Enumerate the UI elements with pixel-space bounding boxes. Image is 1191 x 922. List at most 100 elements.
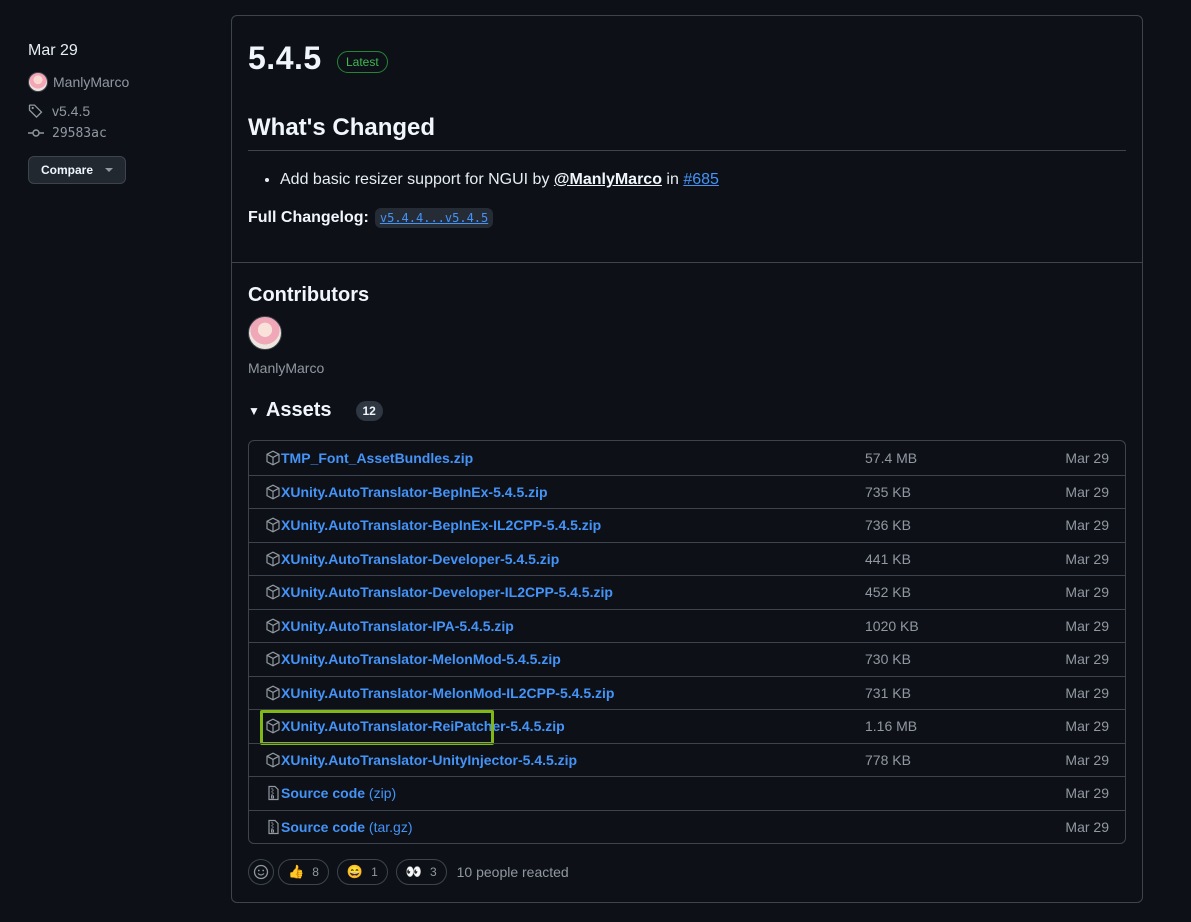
- asset-row: XUnity.AutoTranslator-ReiPatcher-5.4.5.z…: [249, 709, 1125, 745]
- asset-size: 730 KB: [865, 651, 911, 668]
- author-name: ManlyMarco: [53, 74, 130, 90]
- reaction-emoji: 👀: [405, 864, 422, 879]
- asset-row: XUnity.AutoTranslator-BepInEx-IL2CPP-5.4…: [249, 508, 1125, 542]
- asset-row: XUnity.AutoTranslator-BepInEx-5.4.5.zip 7…: [249, 474, 1125, 509]
- pull-request-link[interactable]: #685: [683, 171, 719, 188]
- asset-name: XUnity.AutoTranslator-Developer-5.4.5.zi…: [281, 550, 560, 567]
- asset-name: XUnity.AutoTranslator-Developer-IL2CPP-5…: [281, 584, 613, 601]
- asset-row: TMP_Font_AssetBundles.zip 57.4 MB Mar 29: [249, 441, 1125, 475]
- compare-button[interactable]: Compare: [28, 156, 127, 184]
- asset-date: Mar 29: [1065, 684, 1109, 701]
- tag-label: v5.4.5: [52, 103, 91, 119]
- reaction-summary: 10 people reacted: [456, 864, 569, 880]
- reaction-emoji: 👍: [288, 864, 305, 879]
- release-meta: Mar 29 ManlyMarco v5.4.5 29583ac Compare: [28, 40, 208, 184]
- commit-icon: [28, 125, 44, 141]
- package-icon: [265, 450, 281, 466]
- commit-link[interactable]: 29583ac: [28, 124, 208, 142]
- mention-link[interactable]: @ManlyMarco: [554, 171, 662, 188]
- package-icon: [265, 618, 281, 634]
- asset-name: Source code: [281, 818, 366, 835]
- release-card: 5.4.5 Latest What's Changed Add basic re…: [231, 15, 1143, 903]
- asset-suffix: (zip): [365, 785, 397, 802]
- asset-link[interactable]: XUnity.AutoTranslator-MelonMod-IL2CPP-5.…: [281, 685, 1109, 701]
- whats-changed-heading: What's Changed: [248, 114, 1126, 151]
- reaction-button[interactable]: 👍 8: [278, 859, 329, 885]
- package-icon: [265, 551, 281, 567]
- chevron-down-icon: [105, 168, 114, 172]
- asset-link[interactable]: XUnity.AutoTranslator-Developer-IL2CPP-5…: [281, 584, 1109, 600]
- asset-suffix: (tar.gz): [365, 818, 413, 835]
- file-zip-icon: [265, 819, 281, 835]
- asset-date: Mar 29: [1065, 483, 1109, 500]
- latest-badge: Latest: [337, 51, 388, 73]
- contributor-avatar[interactable]: [248, 316, 282, 350]
- asset-link[interactable]: TMP_Font_AssetBundles.zip: [281, 450, 1109, 466]
- reactions-bar: 👍 8 😄 1 👀 3 10 people reacted: [248, 859, 569, 885]
- reaction-count: 8: [312, 865, 319, 879]
- asset-size: 731 KB: [865, 684, 911, 701]
- change-in: in: [661, 171, 684, 188]
- assets-heading: Assets: [265, 399, 332, 421]
- contributor-name: ManlyMarco: [248, 360, 325, 376]
- asset-name: XUnity.AutoTranslator-IPA-5.4.5.zip: [281, 617, 514, 634]
- asset-row: XUnity.AutoTranslator-Developer-5.4.5.zi…: [249, 541, 1125, 576]
- asset-link[interactable]: XUnity.AutoTranslator-BepInEx-5.4.5.zip: [281, 484, 1109, 500]
- asset-link[interactable]: XUnity.AutoTranslator-IPA-5.4.5.zip: [281, 618, 1109, 634]
- assets-toggle[interactable]: ▼ Assets 12: [248, 399, 383, 422]
- asset-name: XUnity.AutoTranslator-BepInEx-IL2CPP-5.4…: [281, 517, 602, 534]
- asset-size: 735 KB: [865, 483, 911, 500]
- change-text: Add basic resizer support for NGUI by: [280, 171, 554, 188]
- asset-row: XUnity.AutoTranslator-UnityInjector-5.4.…: [249, 742, 1125, 777]
- reaction-button[interactable]: 😄 1: [336, 859, 388, 885]
- package-icon: [265, 484, 281, 500]
- reaction-count: 1: [371, 865, 378, 879]
- full-changelog-label: Full Changelog:: [248, 209, 369, 226]
- asset-name: TMP_Font_AssetBundles.zip: [281, 449, 474, 466]
- asset-date: Mar 29: [1065, 785, 1109, 802]
- release-title[interactable]: 5.4.5: [248, 40, 322, 77]
- asset-row: XUnity.AutoTranslator-MelonMod-5.4.5.zip…: [249, 642, 1125, 676]
- asset-link[interactable]: XUnity.AutoTranslator-BepInEx-IL2CPP-5.4…: [281, 517, 1109, 533]
- asset-link[interactable]: XUnity.AutoTranslator-ReiPatcher-5.4.5.z…: [281, 718, 1109, 734]
- reaction-button[interactable]: 👀 3: [395, 859, 447, 885]
- asset-date: Mar 29: [1065, 751, 1109, 768]
- asset-date: Mar 29: [1065, 617, 1109, 634]
- asset-link[interactable]: Source code (tar.gz): [281, 819, 1109, 835]
- changes-list: Add basic resizer support for NGUI by @M…: [262, 168, 719, 192]
- assets-count-badge: 12: [355, 400, 383, 421]
- changelog-compare-link[interactable]: v5.4.4...v5.4.5: [374, 208, 494, 228]
- package-icon: [265, 584, 281, 600]
- asset-date: Mar 29: [1065, 449, 1109, 466]
- asset-size: 57.4 MB: [865, 449, 918, 466]
- package-icon: [265, 517, 281, 533]
- asset-link[interactable]: XUnity.AutoTranslator-Developer-5.4.5.zi…: [281, 551, 1109, 567]
- asset-size: 1.16 MB: [865, 718, 918, 735]
- asset-row: XUnity.AutoTranslator-Developer-IL2CPP-5…: [249, 575, 1125, 609]
- reaction-buttons: 👍 8 😄 1 👀 3: [278, 859, 455, 885]
- asset-row: XUnity.AutoTranslator-MelonMod-IL2CPP-5.…: [249, 675, 1125, 710]
- package-icon: [265, 685, 281, 701]
- asset-size: 778 KB: [865, 751, 911, 768]
- package-icon: [265, 752, 281, 768]
- asset-row: Source code (zip) Mar 29: [249, 776, 1125, 810]
- add-reaction-button[interactable]: [248, 859, 274, 885]
- compare-label: Compare: [41, 163, 94, 177]
- triangle-down-icon: ▼: [248, 403, 260, 418]
- assets-list: TMP_Font_AssetBundles.zip 57.4 MB Mar 29 XU…: [248, 440, 1126, 844]
- tag-link[interactable]: v5.4.5: [28, 102, 208, 120]
- asset-name: Source code: [281, 785, 366, 802]
- asset-row: Source code (tar.gz) Mar 29: [249, 809, 1125, 844]
- asset-link[interactable]: Source code (zip): [281, 785, 1109, 801]
- reaction-emoji: 😄: [346, 864, 364, 879]
- asset-date: Mar 29: [1065, 584, 1109, 601]
- release-notes: 5.4.5 Latest What's Changed Add basic re…: [232, 16, 1142, 263]
- asset-date: Mar 29: [1065, 718, 1109, 735]
- asset-link[interactable]: XUnity.AutoTranslator-UnityInjector-5.4.…: [281, 752, 1109, 768]
- asset-size: 736 KB: [865, 517, 911, 534]
- avatar: [28, 72, 48, 92]
- asset-link[interactable]: XUnity.AutoTranslator-MelonMod-5.4.5.zip: [281, 651, 1109, 667]
- asset-size: 452 KB: [865, 584, 911, 601]
- asset-date: Mar 29: [1065, 550, 1109, 567]
- author-link[interactable]: ManlyMarco: [28, 71, 208, 93]
